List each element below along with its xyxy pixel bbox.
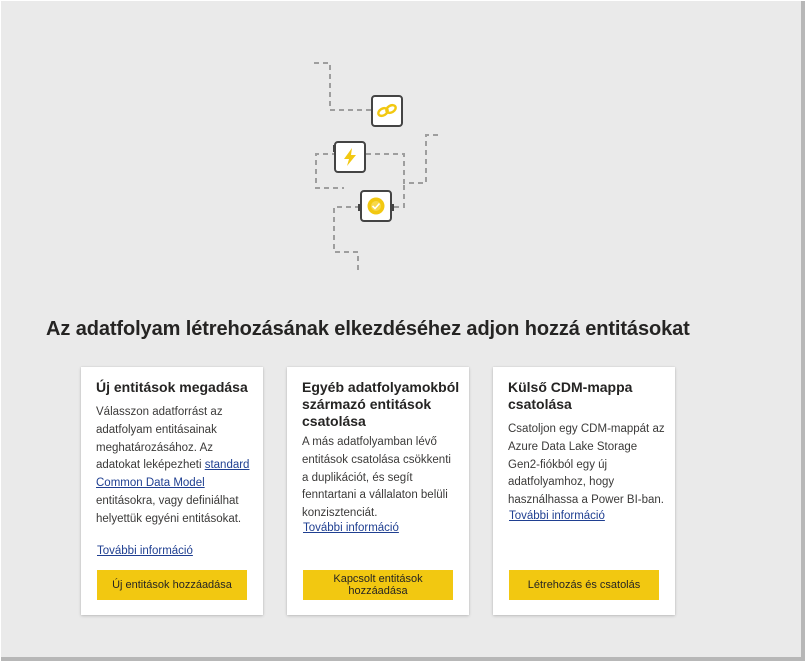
empty-dataflow-page: Az adatfolyam létrehozásának elkezdéséhe… <box>1 1 805 661</box>
card-title: Egyéb adatfolyamokból származó entitások… <box>302 379 460 429</box>
external-cdm-folder-card: Külső CDM-mappa csatolása Csatoljon egy … <box>493 367 675 615</box>
learn-more-link[interactable]: További információ <box>509 510 605 522</box>
page-title: Az adatfolyam létrehozásának elkezdéséhe… <box>46 318 690 340</box>
card-title: Külső CDM-mappa csatolása <box>508 379 633 412</box>
card-title: Új entitások megadása <box>96 379 248 395</box>
certified-badge-icon <box>358 190 394 222</box>
card-description: Csatoljon egy CDM-mappát az Azure Data L… <box>508 423 665 507</box>
new-entities-card: Új entitások megadása Válasszon adatforr… <box>81 367 263 615</box>
create-and-attach-button[interactable]: Létrehozás és csatolás <box>509 570 659 600</box>
card-description: A más adatfolyamban lévő entitások csato… <box>302 436 451 520</box>
learn-more-link[interactable]: További információ <box>303 522 399 534</box>
dataflow-illustration <box>314 62 442 273</box>
add-linked-entities-button[interactable]: Kapcsolt entitások hozzáadása <box>303 570 453 600</box>
add-new-entities-button[interactable]: Új entitások hozzáadása <box>97 570 247 600</box>
learn-more-link[interactable]: További információ <box>97 545 193 557</box>
linked-entities-card: Egyéb adatfolyamokból származó entitások… <box>287 367 469 615</box>
card-description: Válasszon adatforrást az adatfolyam enti… <box>96 406 250 525</box>
lightning-icon <box>333 141 366 173</box>
link-icon <box>371 95 403 127</box>
